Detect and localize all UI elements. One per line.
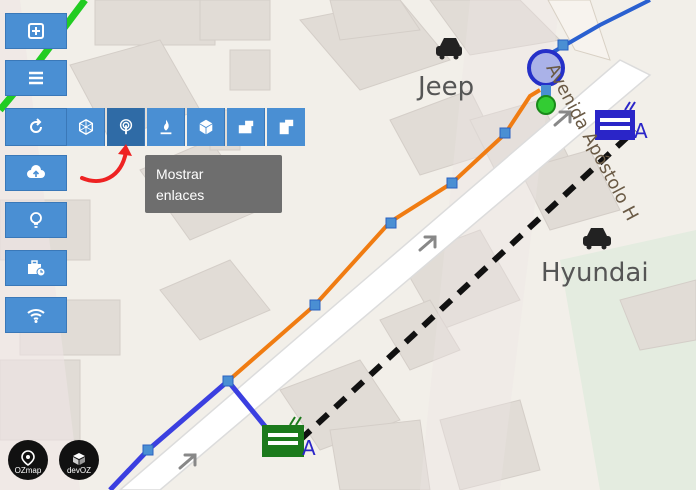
devoz-logo[interactable]: devOZ xyxy=(59,440,99,480)
document-button[interactable] xyxy=(267,108,305,146)
tooltip-show-links: Mostrar enlaces xyxy=(145,155,282,213)
zoom-in-button[interactable] xyxy=(5,13,67,49)
message-icon xyxy=(238,120,253,134)
briefcase-clock-icon xyxy=(28,260,46,277)
place-label-hyundai: Hyundai xyxy=(541,258,649,288)
cloud-upload-icon xyxy=(27,165,45,178)
devoz-logo-text: devOZ xyxy=(66,466,91,475)
svg-text:A: A xyxy=(302,436,316,460)
network-icon xyxy=(78,118,93,136)
hamburger-icon xyxy=(29,71,43,85)
flame-icon xyxy=(160,119,171,135)
refresh-icon xyxy=(30,118,42,133)
ozmap-logo[interactable]: OZmap xyxy=(8,440,48,480)
ozmap-logo-text: OZmap xyxy=(14,466,42,475)
document-icon xyxy=(279,119,294,135)
flame-button[interactable] xyxy=(147,108,185,146)
place-label-jeep: Jeep xyxy=(418,72,475,102)
plus-icon xyxy=(28,23,44,39)
menu-button[interactable] xyxy=(5,60,67,96)
hint-arrow-icon xyxy=(80,144,132,183)
box-icon xyxy=(199,119,212,135)
wifi-button[interactable] xyxy=(5,297,67,333)
map-pin-icon xyxy=(21,450,35,466)
map-canvas[interactable]: A A xyxy=(0,0,696,490)
signal-icon xyxy=(119,119,132,135)
cube-icon xyxy=(73,453,85,465)
lightbulb-icon xyxy=(30,212,42,228)
message-button[interactable] xyxy=(227,108,265,146)
wifi-icon xyxy=(27,309,45,323)
lightbulb-button[interactable] xyxy=(5,202,67,238)
green-node xyxy=(536,95,556,115)
box-button[interactable] xyxy=(187,108,225,146)
svg-text:A: A xyxy=(634,119,648,143)
briefcase-clock-button[interactable] xyxy=(5,250,67,286)
refresh-button[interactable] xyxy=(5,108,67,146)
upload-button[interactable] xyxy=(5,155,67,191)
